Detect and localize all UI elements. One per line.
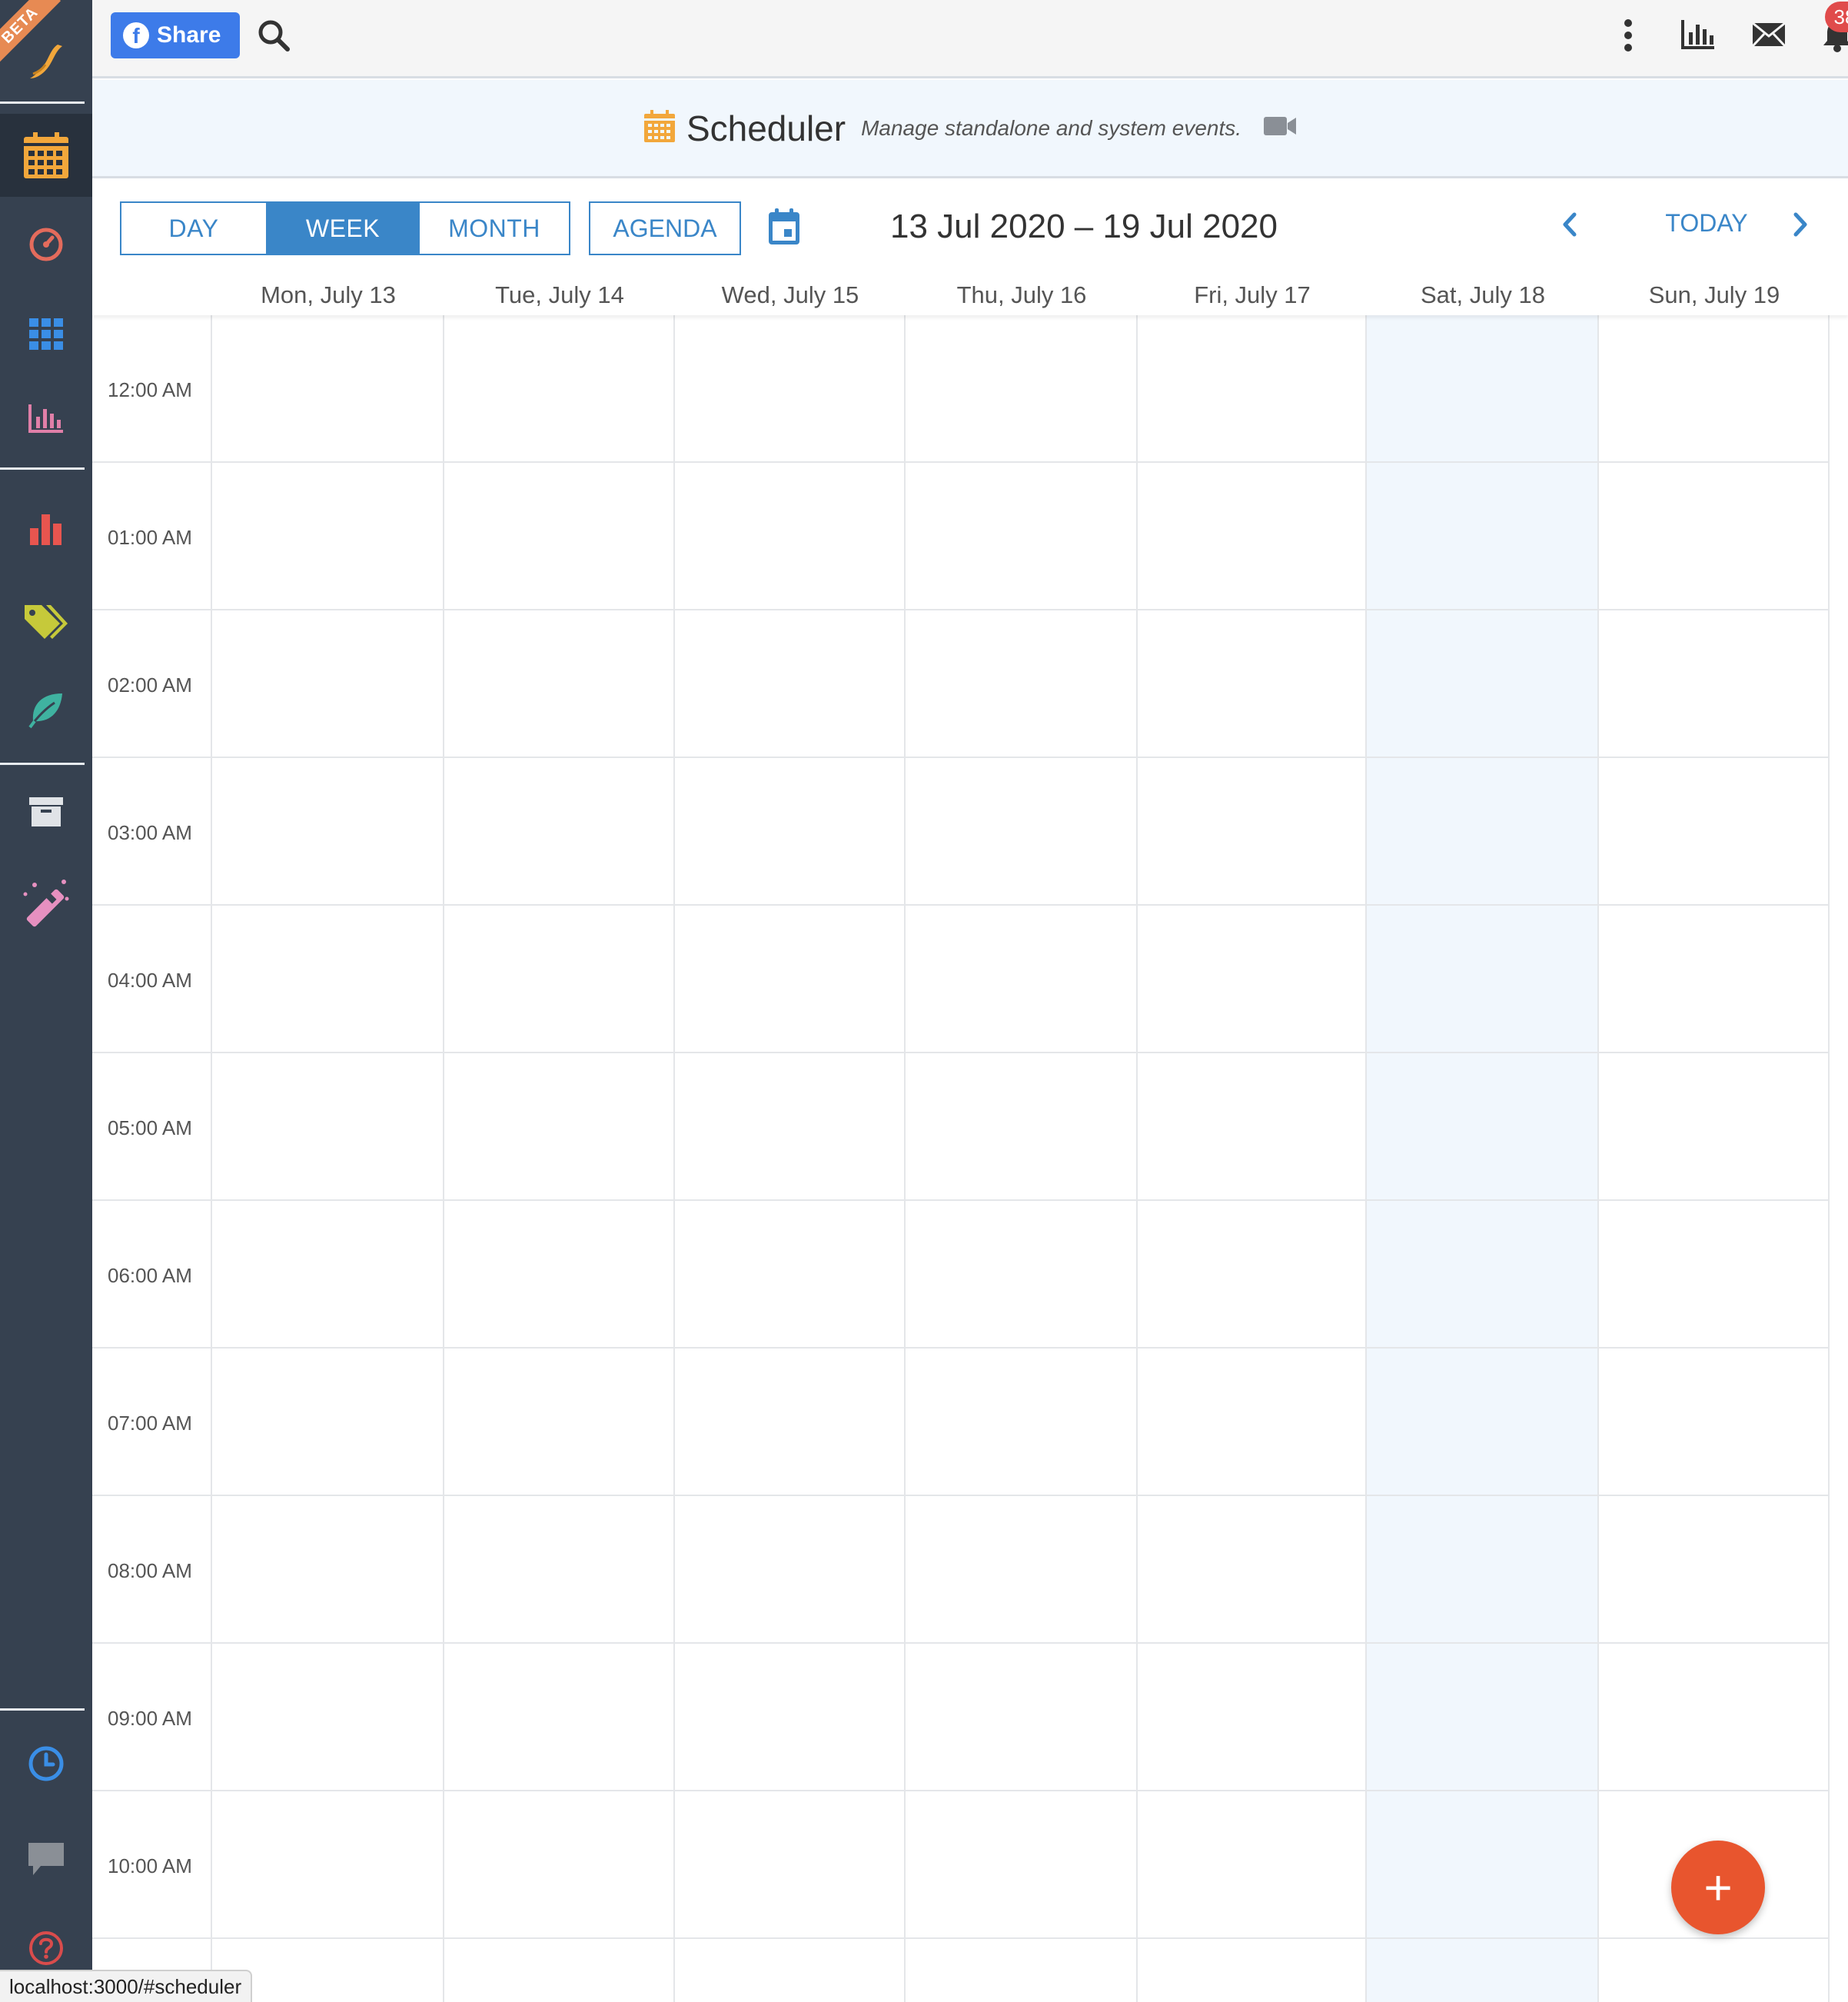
grid-hour-line — [92, 1052, 1830, 1053]
previous-week-icon[interactable] — [1560, 211, 1579, 242]
view-month-button[interactable]: MONTH — [418, 203, 569, 254]
grid-hour-line — [92, 1642, 1830, 1644]
archive-icon — [29, 797, 63, 826]
sidebar-item-archive[interactable] — [0, 783, 92, 841]
calendar-icon — [643, 109, 676, 147]
facebook-share-button[interactable]: f Share — [111, 12, 240, 58]
grid-hour-line — [92, 1347, 1830, 1349]
grid-hour-line — [92, 461, 1830, 463]
mail-icon[interactable] — [1751, 22, 1787, 48]
grid-column-line — [1597, 315, 1599, 2002]
grid-column-line — [673, 315, 675, 2002]
grid-hour-line — [92, 1937, 1830, 1939]
view-day-button[interactable]: DAY — [121, 203, 268, 254]
grid-column-line — [1136, 315, 1138, 2002]
sidebar: BETA — [0, 0, 92, 2002]
time-slot-label: 08:00 AM — [108, 1559, 192, 1582]
day-header-wed[interactable]: Wed, July 15 — [675, 281, 906, 309]
today-button[interactable]: TODAY — [1630, 209, 1783, 238]
date-range-label: 13 Jul 2020 – 19 Jul 2020 — [890, 208, 1278, 245]
sidebar-item-tags[interactable] — [0, 592, 92, 650]
logo-icon[interactable] — [0, 31, 92, 92]
bar-chart-solid-icon — [30, 514, 61, 545]
sidebar-item-magic[interactable] — [0, 870, 92, 935]
time-slot-label: 05:00 AM — [108, 1116, 192, 1139]
grid-icon — [29, 318, 63, 350]
more-vertical-icon[interactable] — [1622, 18, 1634, 52]
sidebar-item-apps[interactable] — [0, 304, 92, 363]
bar-chart-icon — [28, 404, 63, 433]
search-icon[interactable] — [257, 18, 291, 52]
time-slot-label: 02:00 AM — [108, 673, 192, 697]
day-headers: Mon, July 13 Tue, July 14 Wed, July 15 T… — [92, 272, 1848, 315]
agenda-button[interactable]: AGENDA — [589, 201, 741, 255]
time-slot-label: 04:00 AM — [108, 969, 192, 992]
sidebar-divider — [0, 1708, 85, 1711]
page-title: Scheduler — [686, 108, 846, 148]
page-description: Manage standalone and system events. — [861, 115, 1242, 140]
day-header-tue[interactable]: Tue, July 14 — [444, 281, 675, 309]
view-week-button[interactable]: WEEK — [268, 203, 418, 254]
tags-icon — [25, 605, 68, 639]
time-slot-label: 06:00 AM — [108, 1264, 192, 1287]
add-event-button[interactable]: + — [1671, 1841, 1765, 1934]
day-header-thu[interactable]: Thu, July 16 — [906, 281, 1138, 309]
time-slot-label: 01:00 AM — [108, 526, 192, 549]
leaf-icon — [28, 693, 62, 729]
grid-column-line — [904, 315, 906, 2002]
sidebar-item-scheduler[interactable] — [0, 114, 92, 197]
analytics-icon[interactable] — [1680, 18, 1716, 51]
sidebar-divider — [0, 101, 85, 104]
grid-hour-line — [92, 757, 1830, 758]
status-bar-url: localhost:3000/#scheduler — [0, 1970, 253, 2002]
grid-hour-line — [92, 1199, 1830, 1201]
grid-column-line — [1365, 315, 1367, 2002]
grid-hour-line — [92, 904, 1830, 906]
calendar-icon — [24, 132, 68, 178]
highlighted-day-column — [1365, 315, 1597, 2002]
day-header-sat[interactable]: Sat, July 18 — [1367, 281, 1599, 309]
page-header: Scheduler Manage standalone and system e… — [92, 80, 1848, 178]
time-slot-label: 03:00 AM — [108, 821, 192, 844]
grid-column-line — [443, 315, 444, 2002]
grid-hour-line — [92, 609, 1830, 610]
next-week-icon[interactable] — [1791, 211, 1810, 242]
sidebar-item-reports[interactable] — [0, 389, 92, 447]
day-header-sun[interactable]: Sun, July 19 — [1599, 281, 1830, 309]
facebook-icon: f — [123, 22, 149, 48]
sidebar-item-chat[interactable] — [0, 1830, 92, 1888]
share-label: Share — [157, 22, 221, 48]
grid-hour-line — [92, 1790, 1830, 1791]
time-slot-label: 12:00 AM — [108, 378, 192, 401]
time-slot-label: 07:00 AM — [108, 1412, 192, 1435]
sidebar-item-analytics[interactable] — [0, 500, 92, 558]
grid-column-line — [1828, 315, 1830, 2002]
grid-column-line — [211, 315, 212, 2002]
time-slot-label: 10:00 AM — [108, 1854, 192, 1877]
video-camera-icon[interactable] — [1263, 115, 1297, 141]
speedometer-icon — [29, 228, 63, 261]
day-header-mon[interactable]: Mon, July 13 — [212, 281, 444, 309]
sidebar-item-help[interactable] — [0, 1919, 92, 1977]
question-icon — [29, 1931, 63, 1965]
top-bar: f Share 38 — [92, 0, 1848, 78]
magic-wand-icon — [23, 880, 69, 927]
sidebar-item-dashboard[interactable] — [0, 215, 92, 274]
sidebar-divider — [0, 763, 85, 765]
chat-icon — [28, 1843, 64, 1875]
week-time-grid[interactable]: 12:00 AM 01:00 AM 02:00 AM 03:00 AM 04:0… — [92, 315, 1848, 2002]
clock-icon — [28, 1746, 64, 1781]
calendar-toolbar: DAY WEEK MONTH AGENDA 13 Jul 2020 – 19 J… — [92, 180, 1848, 272]
sidebar-item-history[interactable] — [0, 1734, 92, 1793]
sidebar-item-eco[interactable] — [0, 681, 92, 740]
view-switcher: DAY WEEK MONTH — [120, 201, 570, 255]
time-slot-label: 09:00 AM — [108, 1707, 192, 1730]
sidebar-divider — [0, 467, 85, 470]
date-picker-icon[interactable] — [767, 208, 801, 250]
day-header-fri[interactable]: Fri, July 17 — [1138, 281, 1367, 309]
grid-hour-line — [92, 1495, 1830, 1496]
